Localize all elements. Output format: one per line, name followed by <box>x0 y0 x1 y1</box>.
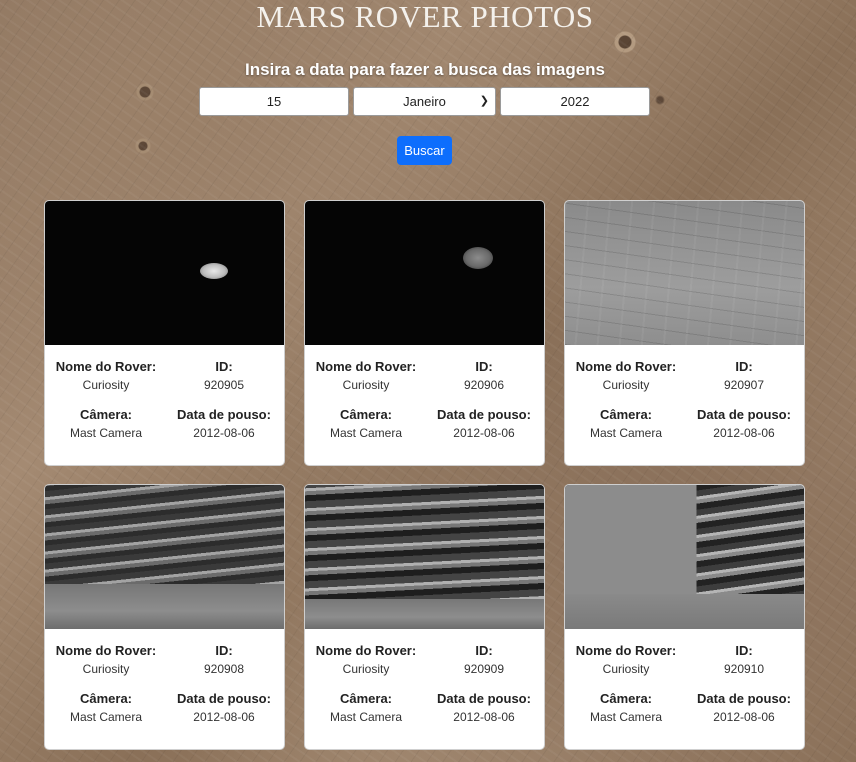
landing-label: Data de pouso: <box>177 407 271 422</box>
rover-value: Curiosity <box>342 662 390 676</box>
rover-value: Curiosity <box>82 378 130 392</box>
landing-value: 2012-08-06 <box>713 710 775 724</box>
page-title: MARS ROVER PHOTOS <box>256 0 594 34</box>
rover-value: Curiosity <box>602 378 650 392</box>
rover-photo <box>305 201 544 345</box>
landing-label: Data de pouso: <box>697 407 791 422</box>
landing-value: 2012-08-06 <box>193 710 255 724</box>
camera-value: Mast Camera <box>329 426 403 440</box>
photo-card[interactable]: Nome do Rover: Curiosity ID: 920905 Câmera… <box>44 200 285 466</box>
camera-value: Mast Camera <box>69 710 143 724</box>
id-label: ID: <box>215 359 233 374</box>
landing-label: Data de pouso: <box>697 691 791 706</box>
id-label: ID: <box>735 359 753 374</box>
id-value: 920908 <box>203 662 245 676</box>
camera-label: Câmera: <box>339 407 393 422</box>
rover-label: Nome do Rover: <box>575 643 677 658</box>
landing-label: Data de pouso: <box>437 691 531 706</box>
camera-value: Mast Camera <box>589 426 663 440</box>
camera-label: Câmera: <box>79 407 133 422</box>
camera-value: Mast Camera <box>589 710 663 724</box>
rover-photo <box>565 201 804 345</box>
search-button[interactable]: Buscar <box>397 136 452 165</box>
rover-label: Nome do Rover: <box>315 359 417 374</box>
id-label: ID: <box>215 643 233 658</box>
day-input[interactable]: 15 <box>199 87 349 116</box>
year-input[interactable]: 2022 <box>500 87 650 116</box>
rover-photo <box>305 485 544 629</box>
rover-photo <box>45 485 284 629</box>
id-label: ID: <box>735 643 753 658</box>
chevron-down-icon: ❯ <box>479 95 489 107</box>
rover-value: Curiosity <box>602 662 650 676</box>
rover-photo <box>565 485 804 629</box>
rover-value: Curiosity <box>82 662 130 676</box>
landing-value: 2012-08-06 <box>453 710 515 724</box>
rover-label: Nome do Rover: <box>315 643 417 658</box>
camera-label: Câmera: <box>79 691 133 706</box>
rover-label: Nome do Rover: <box>575 359 677 374</box>
month-select-value: Janeiro <box>403 94 446 109</box>
rover-label: Nome do Rover: <box>55 643 157 658</box>
camera-value: Mast Camera <box>329 710 403 724</box>
rover-label: Nome do Rover: <box>55 359 157 374</box>
camera-label: Câmera: <box>599 691 653 706</box>
landing-value: 2012-08-06 <box>193 426 255 440</box>
photo-card[interactable]: Nome do Rover: Curiosity ID: 920907 Câmera… <box>564 200 805 466</box>
photo-card[interactable]: Nome do Rover: Curiosity ID: 920906 Câmera… <box>304 200 545 466</box>
id-label: ID: <box>475 359 493 374</box>
photo-card[interactable]: Nome do Rover: Curiosity ID: 920908 Câmera… <box>44 484 285 750</box>
id-value: 920909 <box>463 662 505 676</box>
photo-card[interactable]: Nome do Rover: Curiosity ID: 920910 Câmera… <box>564 484 805 750</box>
search-instructions: Insira a data para fazer a busca das ima… <box>245 60 605 79</box>
landing-value: 2012-08-06 <box>453 426 515 440</box>
month-select[interactable]: Janeiro ❯ <box>353 87 496 116</box>
rover-value: Curiosity <box>342 378 390 392</box>
landing-label: Data de pouso: <box>437 407 531 422</box>
id-value: 920910 <box>723 662 765 676</box>
camera-label: Câmera: <box>599 407 653 422</box>
id-label: ID: <box>475 643 493 658</box>
landing-value: 2012-08-06 <box>713 426 775 440</box>
rover-photo <box>45 201 284 345</box>
landing-label: Data de pouso: <box>177 691 271 706</box>
photo-card[interactable]: Nome do Rover: Curiosity ID: 920909 Câmera… <box>304 484 545 750</box>
id-value: 920907 <box>723 378 765 392</box>
camera-value: Mast Camera <box>69 426 143 440</box>
id-value: 920905 <box>203 378 245 392</box>
id-value: 920906 <box>463 378 505 392</box>
camera-label: Câmera: <box>339 691 393 706</box>
